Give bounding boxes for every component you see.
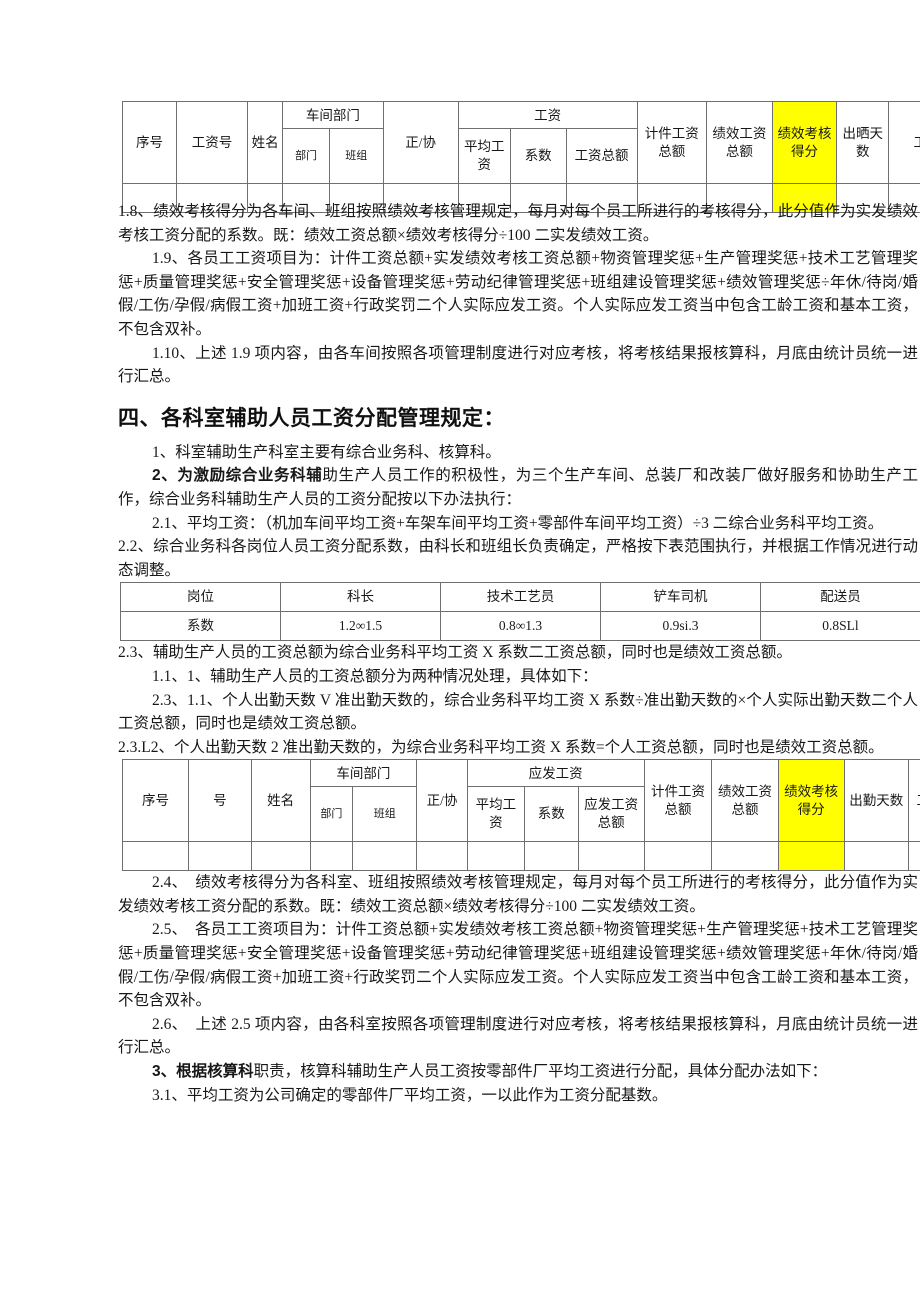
paragraph-2-2: 2.2、综合业务科各岗位人员工资分配系数，由科长和班组长负责确定，严格按下表范围… bbox=[118, 538, 918, 579]
table-row-header: 序号 工资号 姓名 车间部门 正/协 工资 计件工资总额 绩效工资总额 绩效考核… bbox=[122, 101, 920, 184]
coef-value-3: 0.8SLl bbox=[760, 611, 920, 642]
coef-value-0: 1.2∞1.5 bbox=[280, 611, 441, 642]
th-wage-total: 工资总额 bbox=[565, 128, 638, 184]
coef-value-2: 0.9si.3 bbox=[600, 611, 761, 642]
th2-performance-wage-total: 绩效工资总额 bbox=[711, 759, 779, 843]
paragraph-3: 3、根据核算科职责，核算科辅助生产人员工资按零部件厂平均工资进行分配，具体分配办… bbox=[118, 1060, 918, 1084]
cell2-dept bbox=[309, 841, 354, 872]
coef-position-0: 科长 bbox=[280, 582, 441, 613]
paragraph-1: 1、科室辅助生产科室主要有综合业务科、核算科。 bbox=[152, 443, 501, 461]
th-attendance-days: 出晒天数 bbox=[836, 101, 890, 184]
cell2-performance-wage-total bbox=[711, 841, 779, 872]
th2-group-workshop-dept: 车间部门 bbox=[309, 759, 418, 788]
paragraph-2-5: 2.5、 各员工工资项目为：计件工资总额+实发绩效考核工资总额+物资管理奖惩+生… bbox=[118, 921, 918, 1010]
workshop-employee-wage-table: 序号 工资号 姓名 车间部门 正/协 工资 计件工资总额 绩效工资总额 绩效考核… bbox=[122, 101, 920, 213]
paragraph-2-3: 2.3、辅助生产人员的工资总额为综合业务科平均工资 X 系数二工资总额，同时也是… bbox=[118, 644, 792, 662]
th2-piece-wage-total: 计件工资总额 bbox=[643, 759, 713, 843]
th2-performance-score: 绩效考核得分 bbox=[777, 759, 845, 843]
th2-dept: 部门 bbox=[309, 786, 354, 843]
paragraph-2-4: 2.4、 绩效考核得分为各科室、班组按照绩效考核管理规定，每月对每个员工所进行的… bbox=[118, 874, 918, 915]
coef-position-3: 配送员 bbox=[760, 582, 920, 613]
cell2-performance-score bbox=[777, 841, 845, 872]
th2-coefficient: 系数 bbox=[523, 786, 579, 843]
department-assistant-wage-table: 序号 号 姓名 车间部门 正/协 应发工资 计件工资总额 绩效工资总额 绩效考核… bbox=[121, 759, 920, 872]
cell2-seniority bbox=[907, 841, 920, 872]
paragraph-2-bold-lead: 2、为激励综合业务科辅 bbox=[152, 467, 323, 485]
paragraph-1-10: 1.10、上述 1.9 项内容，由各车间按照各项管理制度进行对应考核，将考核结果… bbox=[118, 344, 918, 386]
cell2-seq bbox=[121, 841, 190, 872]
th-regular-assist: 正/协 bbox=[382, 101, 459, 184]
coef-label-coefficient: 系数 bbox=[120, 611, 281, 642]
th2-regular-assist: 正/协 bbox=[416, 759, 468, 843]
paragraph-1-8: 1.8、绩效考核得分为各车间、班组按照绩效考核管理规定，每月对每个员工所进行的考… bbox=[118, 203, 918, 244]
th-performance-score: 绩效考核得分 bbox=[771, 101, 838, 184]
th-piece-wage-total: 计件工资总额 bbox=[636, 101, 707, 184]
cell2-team bbox=[352, 841, 418, 872]
paragraph-3-rest: 职责，核算科辅助生产人员工资按零部件厂平均工资进行分配，具体分配办法如下： bbox=[253, 1063, 828, 1081]
paragraph-1-1: 1.1、1、辅助生产人员的工资总额分为两种情况处理，具体如下： bbox=[152, 667, 598, 685]
paragraph-1-9: 1.9、各员工工资项目为：计件工资总额+实发绩效考核工资总额+物资管理奖惩+生产… bbox=[118, 250, 918, 338]
table-row-coefficient-values: 系数 1.2∞1.5 0.8∞1.3 0.9si.3 0.8SLl bbox=[120, 611, 920, 642]
th2-no: 号 bbox=[188, 759, 252, 843]
th-group-wage: 工资 bbox=[457, 101, 638, 129]
cell2-coefficient bbox=[523, 841, 579, 872]
document-page: 序号 工资号 姓名 车间部门 正/协 工资 计件工资总额 绩效工资总额 绩效考核… bbox=[0, 0, 920, 1301]
table-row-header: 序号 号 姓名 车间部门 正/协 应发工资 计件工资总额 绩效工资总额 绩效考核… bbox=[121, 759, 920, 843]
paragraph-2: 2、为激励综合业务科辅助生产人员工作的积极性，为三个生产车间、总装厂和改装厂做好… bbox=[118, 464, 918, 511]
coef-position-2: 铲车司机 bbox=[600, 582, 761, 613]
paragraph-2-3-l2: 2.3.L2、个人出勤天数 2 准出勤天数的，为综合业务科平均工资 X 系数=个… bbox=[118, 738, 884, 756]
th-avg-wage: 平均工资 bbox=[457, 128, 511, 184]
cell2-payable-wage-total bbox=[577, 841, 645, 872]
cell2-attendance-days bbox=[843, 841, 909, 872]
paragraph-2-3-1-1: 2.3、1.1、个人出勤天数 V 准出勤天数的，综合业务科平均工资 X 系数÷准… bbox=[118, 691, 918, 733]
th-dept: 部门 bbox=[282, 128, 330, 184]
cell2-avg-wage bbox=[466, 841, 525, 872]
paragraph-2-1: 2.1、平均工资：（机加车间平均工资+车架车间平均工资+零部件车间平均工资）÷3… bbox=[152, 514, 884, 532]
th2-avg-wage: 平均工资 bbox=[466, 786, 525, 843]
th-seniority: 工 bbox=[888, 101, 920, 184]
cell2-no bbox=[188, 841, 252, 872]
position-coefficient-table: 岗位 科长 技术工艺员 铲车司机 配送员 系数 1.2∞1.5 0.8∞1.3 … bbox=[120, 582, 920, 642]
coefficient-table-container: 岗位 科长 技术工艺员 铲车司机 配送员 系数 1.2∞1.5 0.8∞1.3 … bbox=[120, 582, 920, 642]
th-group-workshop-dept: 车间部门 bbox=[282, 101, 384, 129]
coef-position-1: 技术工艺员 bbox=[440, 582, 601, 613]
cell2-piece-wage-total bbox=[643, 841, 713, 872]
section-heading-4: 四、各科室辅助人员工资分配管理规定： bbox=[118, 405, 505, 430]
coef-label-position: 岗位 bbox=[120, 582, 281, 613]
th2-payable-wage-total: 应发工资总额 bbox=[577, 786, 645, 843]
th-name: 姓名 bbox=[247, 101, 284, 184]
paragraph-2-6: 2.6、 上述 2.5 项内容，由各科室按照各项管理制度进行对应考核，将考核结果… bbox=[118, 1015, 918, 1057]
paragraph-3-1: 3.1、平均工资为公司确定的零部件厂平均工资，一以此作为工资分配基数。 bbox=[152, 1086, 668, 1104]
th2-attendance-days: 出勤天数 bbox=[843, 759, 909, 843]
table-row bbox=[121, 841, 920, 872]
th-wage-no: 工资号 bbox=[175, 101, 249, 184]
th2-group-payable-wage: 应发工资 bbox=[466, 759, 645, 788]
th-seq: 序号 bbox=[122, 101, 177, 184]
document-body: 1.8、绩效考核得分为各车间、班组按照绩效考核管理规定，每月对每个员工所进行的考… bbox=[0, 200, 920, 1107]
th-performance-wage-total: 绩效工资总额 bbox=[705, 101, 773, 184]
table1-container: 序号 工资号 姓名 车间部门 正/协 工资 计件工资总额 绩效工资总额 绩效考核… bbox=[122, 101, 920, 213]
cell2-regular-assist bbox=[416, 841, 468, 872]
th-team: 班组 bbox=[328, 128, 384, 184]
th2-team: 班组 bbox=[352, 786, 418, 843]
paragraph-3-bold-lead: 3、根据核算科 bbox=[152, 1063, 254, 1081]
th2-seq: 序号 bbox=[121, 759, 190, 843]
cell2-name bbox=[250, 841, 311, 872]
th2-name: 姓名 bbox=[250, 759, 311, 843]
table-row-position-header: 岗位 科长 技术工艺员 铲车司机 配送员 bbox=[120, 582, 920, 613]
th-coefficient: 系数 bbox=[509, 128, 567, 184]
coef-value-1: 0.8∞1.3 bbox=[440, 611, 601, 642]
th2-seniority: 工龄 bbox=[907, 759, 920, 843]
table2-container: 序号 号 姓名 车间部门 正/协 应发工资 计件工资总额 绩效工资总额 绩效考核… bbox=[121, 759, 920, 872]
